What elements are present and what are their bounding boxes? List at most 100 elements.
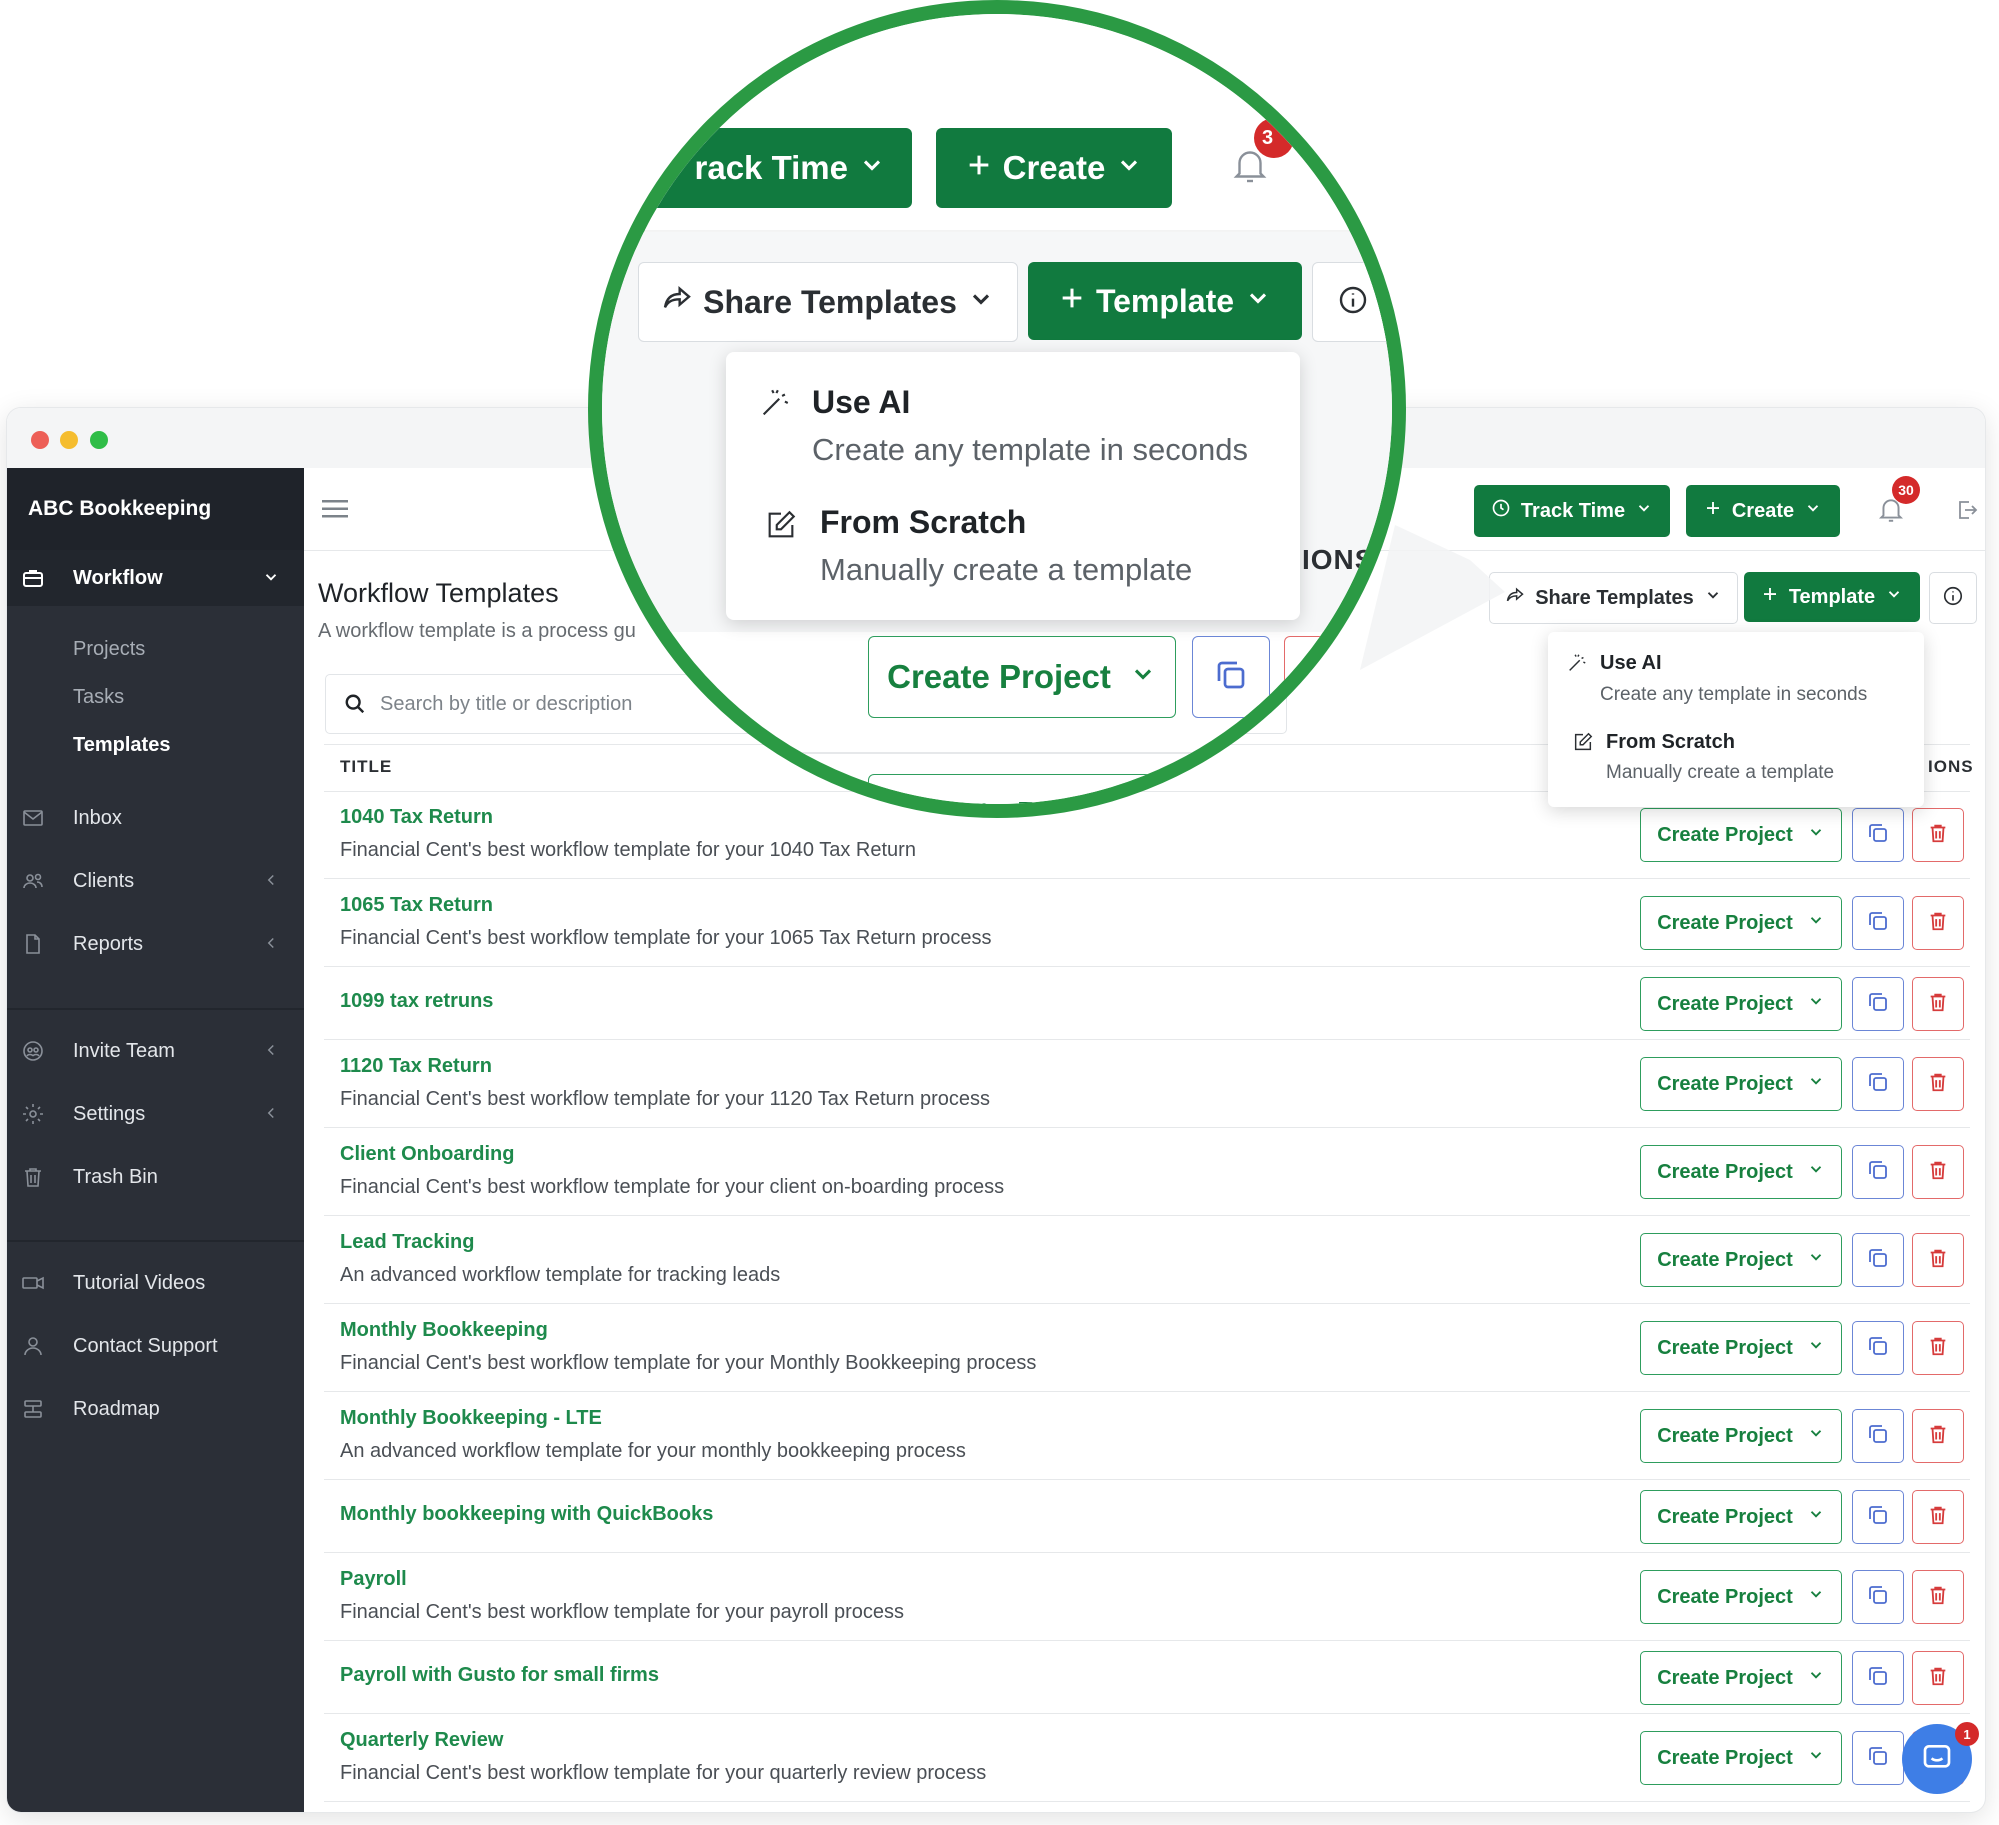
duplicate-template-button[interactable] [1852,1570,1904,1624]
sidebar-item-inbox[interactable]: Inbox [7,790,304,846]
sidebar-item-contact-support[interactable]: Contact Support [7,1318,304,1374]
create-project-button[interactable]: Create Project [1640,1145,1842,1199]
sidebar-item-trash-bin[interactable]: Trash Bin [7,1149,304,1205]
sidebar-item-templates[interactable]: Templates [73,734,170,757]
duplicate-template-button[interactable] [1852,1321,1904,1375]
duplicate-template-button[interactable] [1852,977,1904,1031]
duplicate-template-button[interactable] [1852,1651,1904,1705]
template-title-link[interactable]: Monthly Bookkeeping [340,1319,548,1342]
from-scratch-description: Manually create a template [1606,762,1835,783]
copy-icon [1866,1422,1890,1451]
delete-template-button[interactable] [1912,1570,1964,1624]
delete-template-button[interactable] [1912,1321,1964,1375]
magnified-delete-button[interactable] [1284,636,1362,718]
template-title-link[interactable]: 1040 Tax Return [340,806,493,829]
track-time-button[interactable]: Track Time [1474,485,1670,537]
maximize-window-button[interactable] [90,431,108,449]
close-window-button[interactable] [31,431,49,449]
brand-name[interactable]: ABC Bookkeeping [7,468,304,550]
create-project-button[interactable]: Create Project [1640,808,1842,862]
magnified-use-ai-option[interactable]: Use AI Create any template in seconds [726,352,1300,480]
chevron-down-icon [1115,149,1143,187]
sidebar-item-settings[interactable]: Settings [7,1086,304,1142]
share-templates-button[interactable]: Share Templates [1489,572,1738,624]
create-project-button[interactable]: Create Project [1640,1570,1842,1624]
template-button[interactable]: Template [1744,572,1920,622]
create-project-label: Create Project [1657,823,1793,846]
delete-template-button[interactable] [1912,977,1964,1031]
sidebar-item-clients[interactable]: Clients [7,853,304,909]
delete-template-button[interactable] [1912,808,1964,862]
magnified-create-button[interactable]: Create [936,128,1172,208]
duplicate-template-button[interactable] [1852,808,1904,862]
sidebar-item-tutorial-videos[interactable]: Tutorial Videos [7,1255,304,1311]
sidebar-item-workflow[interactable]: Workflow [7,550,304,606]
create-project-button[interactable]: Create Project [1640,977,1842,1031]
sidebar-item-roadmap[interactable]: Roadmap [7,1381,304,1437]
chevron-down-icon [1807,1424,1825,1448]
template-title-link[interactable]: 1065 Tax Return [340,894,493,917]
person-icon [21,1334,45,1358]
template-title-link[interactable]: Monthly Bookkeeping - LTE [340,1407,602,1430]
duplicate-template-button[interactable] [1852,1233,1904,1287]
magnified-track-time-button[interactable]: rack Time [640,128,912,208]
template-title-link[interactable]: Lead Tracking [340,1231,475,1254]
duplicate-template-button[interactable] [1852,1490,1904,1544]
duplicate-template-button[interactable] [1852,1409,1904,1463]
magnified-create-project-button[interactable]: Create Project [868,636,1176,718]
sidebar-item-tasks[interactable]: Tasks [73,686,124,709]
create-project-button[interactable]: Create Project [1640,896,1842,950]
template-title-link[interactable]: Payroll [340,1568,407,1591]
create-project-button[interactable]: Create Project [1640,1409,1842,1463]
roadmap-icon [21,1397,45,1421]
create-project-button[interactable]: Create Project [1640,1233,1842,1287]
trash-icon [1927,1584,1949,1611]
create-project-button[interactable]: Create Project [1640,1490,1842,1544]
plus-icon [1704,499,1722,523]
create-project-button[interactable]: Create Project [1640,1651,1842,1705]
template-description: An advanced workflow template for your m… [340,1440,966,1462]
trash-icon [1927,1504,1949,1531]
delete-template-button[interactable] [1912,1651,1964,1705]
template-title-link[interactable]: 1099 tax retruns [340,990,493,1013]
delete-template-button[interactable] [1912,1233,1964,1287]
from-scratch-option[interactable]: From Scratch Manually create a template [1548,720,1924,806]
delete-template-button[interactable] [1912,1490,1964,1544]
use-ai-option[interactable]: Use AI Create any template in seconds [1548,632,1924,718]
duplicate-template-button[interactable] [1852,1145,1904,1199]
magnified-from-scratch-option[interactable]: From Scratch Manually create a template [726,482,1300,616]
create-project-button[interactable]: Create Project [1640,1321,1842,1375]
duplicate-template-button[interactable] [1852,1057,1904,1111]
info-button[interactable] [1929,572,1977,624]
magnified-duplicate-button[interactable] [1192,636,1270,718]
duplicate-template-button[interactable] [1852,1731,1904,1785]
template-title-link[interactable]: Payroll with Gusto for small firms [340,1664,659,1687]
trash-icon [1927,1335,1949,1362]
plus-icon [965,149,993,187]
minimize-window-button[interactable] [60,431,78,449]
create-project-button[interactable]: Create Project [1640,1731,1842,1785]
template-title-link[interactable]: Monthly bookkeeping with QuickBooks [340,1503,713,1526]
delete-template-button[interactable] [1912,1057,1964,1111]
template-title-link[interactable]: Client Onboarding [340,1143,514,1166]
trash-icon [1927,1071,1949,1098]
create-button[interactable]: Create [1686,485,1840,537]
mail-icon [21,806,45,830]
sidebar-item-projects[interactable]: Projects [73,638,145,661]
template-title-link[interactable]: Quarterly Review [340,1729,503,1752]
delete-template-button[interactable] [1912,1409,1964,1463]
delete-template-button[interactable] [1912,1145,1964,1199]
delete-template-button[interactable] [1912,896,1964,950]
create-project-button[interactable]: Create Project [1640,1057,1842,1111]
sidebar-item-reports[interactable]: Reports [7,916,304,972]
sidebar-item-invite-team[interactable]: Invite Team [7,1023,304,1079]
magnified-view: rack Time Create 3 Share Templates Templ… [602,14,1392,804]
chevron-down-icon [967,284,995,321]
magnified-template-button[interactable]: Template [1028,262,1302,340]
magnified-info-button[interactable] [1312,262,1392,342]
logout-icon[interactable] [1955,498,1979,522]
hamburger-menu-icon[interactable] [322,498,348,520]
magnified-share-templates-button[interactable]: Share Templates [638,262,1018,342]
duplicate-template-button[interactable] [1852,896,1904,950]
template-title-link[interactable]: 1120 Tax Return [340,1055,492,1078]
